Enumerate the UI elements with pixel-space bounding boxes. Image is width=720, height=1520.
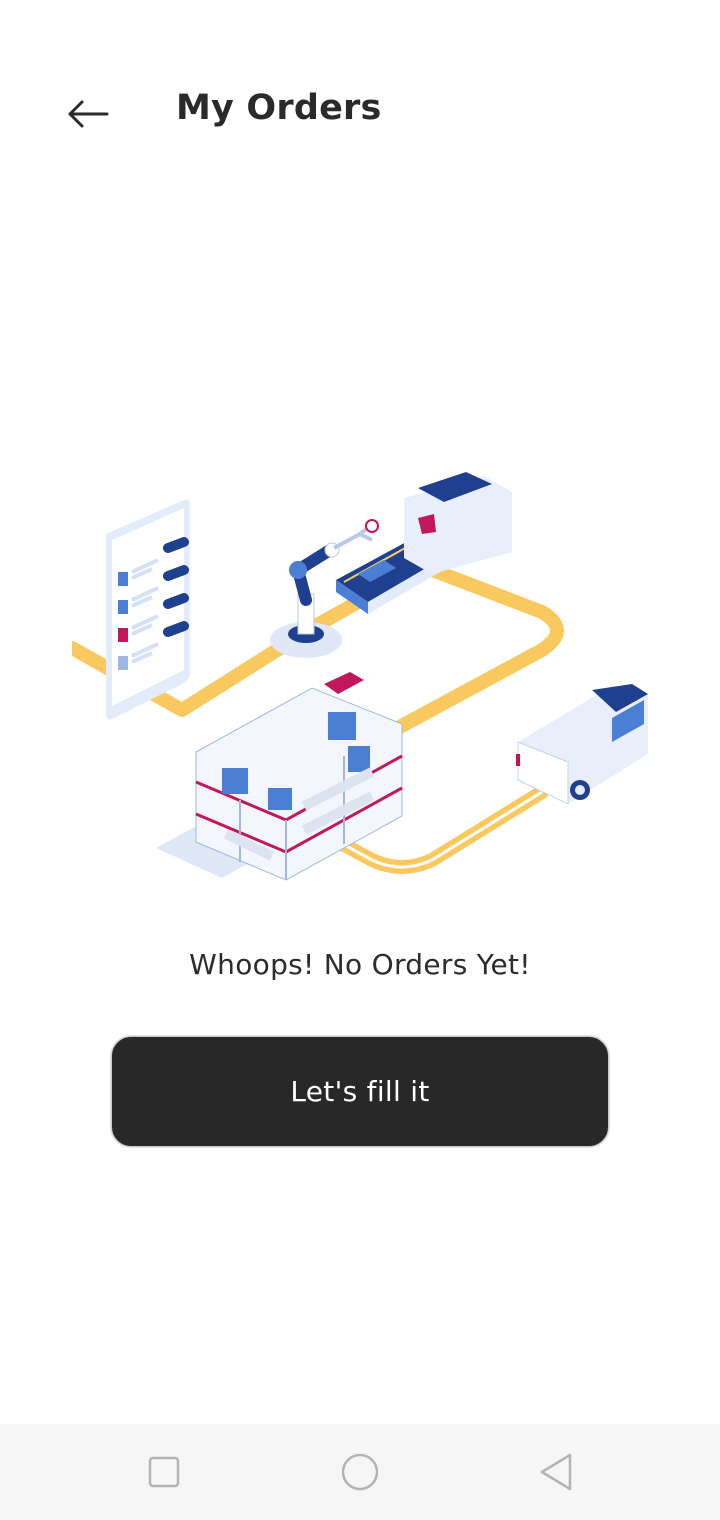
my-orders-screen: My Orders Whoops! No Orders Yet! Let's f… — [0, 0, 720, 1520]
app-header: My Orders — [0, 72, 720, 152]
system-navigation-bar — [0, 1424, 720, 1520]
home-button[interactable] — [336, 1450, 384, 1494]
back-button[interactable] — [58, 90, 118, 138]
square-icon — [148, 1456, 180, 1488]
recents-button[interactable] — [140, 1450, 188, 1494]
lets-fill-it-button[interactable]: Let's fill it — [111, 1036, 609, 1147]
warehouse-logistics-illustration — [65, 462, 648, 894]
circle-icon — [341, 1453, 379, 1491]
phone-screen-graphic — [106, 499, 190, 720]
system-back-button[interactable] — [532, 1450, 580, 1494]
delivery-van-graphic — [516, 684, 648, 805]
empty-orders-message: Whoops! No Orders Yet! — [189, 948, 531, 981]
page-title: My Orders — [176, 88, 382, 128]
illustration-graphic — [65, 472, 648, 881]
arrow-left-icon — [68, 100, 109, 128]
triangle-back-icon — [540, 1453, 572, 1491]
